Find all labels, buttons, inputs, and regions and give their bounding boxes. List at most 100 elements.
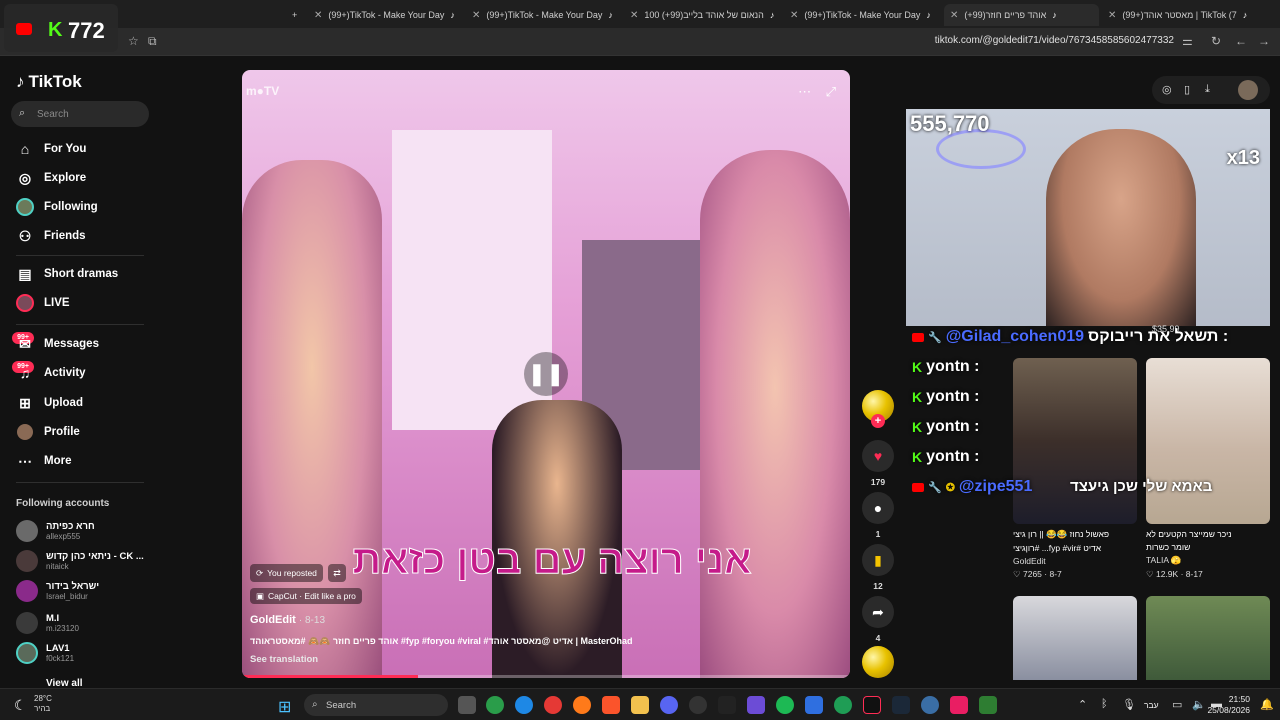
nav-profile[interactable]: Profile [16,423,80,441]
pause-button[interactable]: ❚❚ [524,352,568,396]
browser-tab-active[interactable]: ✕ אוהד פריים חוזר(99+) ♪ [944,4,1099,26]
following-account[interactable]: LAV1 f0ck121 [16,642,74,664]
close-icon[interactable]: ✕ [790,10,798,21]
reposted-tag[interactable]: ⟳ You reposted [250,564,323,582]
reload-icon[interactable]: ↻ [1211,34,1221,48]
close-icon[interactable]: ✕ [472,10,480,21]
device-icon[interactable]: ▯ [1184,83,1190,96]
youtube-icon [912,332,924,342]
following-account[interactable]: חרא כפיתה allexp555 [16,520,95,542]
save-button[interactable]: ▮ [862,544,894,576]
epic-icon[interactable] [718,696,736,714]
browser-tab[interactable]: ✕ (99+)TikTok - Make Your Day ♪ [308,4,458,26]
close-icon[interactable]: ✕ [314,10,322,21]
nav-short-dramas[interactable]: ▤ Short dramas [16,265,118,283]
new-tab-button[interactable]: + [286,4,306,26]
see-translation-link[interactable]: See translation [250,654,318,665]
tiktok-logo[interactable]: ♪ TikTok [16,72,82,92]
tiktok-icon[interactable] [863,696,881,714]
network-icon[interactable]: ▭ [1172,698,1182,711]
recommended-video-card[interactable]: ניכר שמייצר הקטעים לא שומר כשרות TALIA 🫣… [1146,358,1270,580]
nav-friends[interactable]: ⚇ Friends [16,227,86,245]
nav-activity[interactable]: ♫ Activity [16,364,86,382]
app-icon[interactable] [979,696,997,714]
app-icon[interactable] [689,696,707,714]
close-icon[interactable]: ✕ [630,10,638,21]
browser-tab[interactable]: ✕ (99+)TikTok - Make Your Day ♪ [784,4,939,26]
apps-grid-icon[interactable] [747,696,765,714]
follow-button[interactable]: + [871,414,885,428]
comment-button[interactable]: ● [862,492,894,524]
taskbar-search[interactable]: ⌕ Search [304,694,448,716]
steam-icon[interactable] [892,696,910,714]
following-account[interactable]: ישראל בידור Israel_bidur [16,580,99,602]
following-account[interactable]: M.I m.i23120 [16,612,79,634]
discord-icon[interactable] [660,696,678,714]
forward-icon[interactable]: → [1258,34,1270,48]
firefox-icon[interactable] [573,696,591,714]
nav-more[interactable]: ⋯ More [16,452,71,470]
kick-icon: K [912,449,923,465]
url-field[interactable]: tiktok.com/@goldedit71/video/76734585856… [935,35,1174,46]
nav-messages[interactable]: ✉ Messages [16,335,99,353]
video-progress-bar[interactable] [242,675,850,678]
nav-upload[interactable]: ⊞ Upload [16,394,83,412]
music-disc[interactable] [862,646,894,678]
tune-icon[interactable]: ⚌ [1182,34,1193,48]
capcut-tag[interactable]: ▣ CapCut · Edit like a pro [250,588,362,604]
folder-icon[interactable] [631,696,649,714]
repost-toggle-icon[interactable]: ⇄ [328,564,346,582]
user-avatar[interactable] [1238,80,1258,100]
volume-icon[interactable]: 🔈 [1192,698,1206,711]
like-button[interactable]: ♥ [862,440,894,472]
opera-icon[interactable] [544,696,562,714]
more-icon: ⋯ [18,452,32,469]
app-icon[interactable] [805,696,823,714]
browser-tab[interactable]: ✕ (99+)TikTok - Make Your Day ♪ [466,4,616,26]
nav-for-you[interactable]: ⌂ For You [16,140,87,158]
chevron-up-icon[interactable]: ⌃ [1078,698,1087,711]
spotify-icon[interactable] [776,696,794,714]
browser-tab[interactable]: ✕ (99+)מאסטר אוהד | TikTok (7 ♪ [1102,4,1252,26]
system-clock[interactable]: 21:50 25/08/2026 [1207,694,1250,716]
avatar [16,550,38,572]
recommended-video-card[interactable]: פאשול נחוז 😂😂 || רון גיצי אדיט #fyp #vir… [1013,358,1137,580]
task-view-icon[interactable] [458,696,476,714]
nav-following[interactable]: Following [16,198,98,216]
tiktok-icon[interactable] [950,696,968,714]
edge-icon[interactable] [515,696,533,714]
close-icon[interactable]: ✕ [950,10,958,21]
brave-icon[interactable] [602,696,620,714]
share-count: 4 [875,633,881,643]
microphone-icon[interactable]: 🎙 [1122,698,1136,711]
compass-icon[interactable]: ◎ [1162,83,1172,96]
windows-taskbar: ☾ 28°C בהיר ⊞ ⌕ Search ⌃ ᛒ 🎙 עבר ▭ 🔈 ▬ 2… [0,688,1280,720]
video-player[interactable]: m●TV ⋯ ⤢ אני רוצה עם בטן כזאת ❚❚ ⟳ You r… [242,70,850,678]
nav-explore[interactable]: ◎ Explore [16,169,86,187]
download-icon[interactable]: ⤓ [1205,83,1210,96]
share-button[interactable]: ➦ [862,596,894,628]
recommended-video-card[interactable] [1146,596,1270,680]
weather-widget[interactable]: 28°C בהיר [34,694,52,714]
video-author[interactable]: GoldEdit · 8-13 [250,614,325,626]
back-icon[interactable]: ← [1235,34,1247,48]
bluetooth-icon[interactable]: ᛒ [1101,698,1108,710]
recommended-video-card[interactable] [1013,596,1137,680]
fullscreen-icon[interactable]: ⤢ [826,84,836,99]
star-icon[interactable]: ☆ [128,34,139,48]
language-indicator[interactable]: עבר [1144,700,1159,710]
screenshot-icon[interactable]: ⧉ [148,34,157,49]
windows-start-icon[interactable]: ⊞ [278,697,291,717]
card-stats: ♡ 7265 · 8-7 [1013,569,1062,579]
more-icon[interactable]: ⋯ [798,84,811,99]
chrome-icon[interactable] [486,696,504,714]
search-input[interactable]: ⌕ Search [11,101,149,127]
following-account[interactable]: ניתאי כהן קדוש - CK ... nitaick [16,550,144,572]
nav-live[interactable]: LIVE [16,294,70,312]
close-icon[interactable]: ✕ [1108,10,1116,21]
notification-icon[interactable]: 🔔 [1260,698,1274,711]
browser-tab[interactable]: ✕ 100 הנאום של אוהד בלייב(99+) ♪ [624,4,779,26]
settings-icon[interactable] [921,696,939,714]
app-icon[interactable] [834,696,852,714]
kick-icon: K [912,419,923,435]
